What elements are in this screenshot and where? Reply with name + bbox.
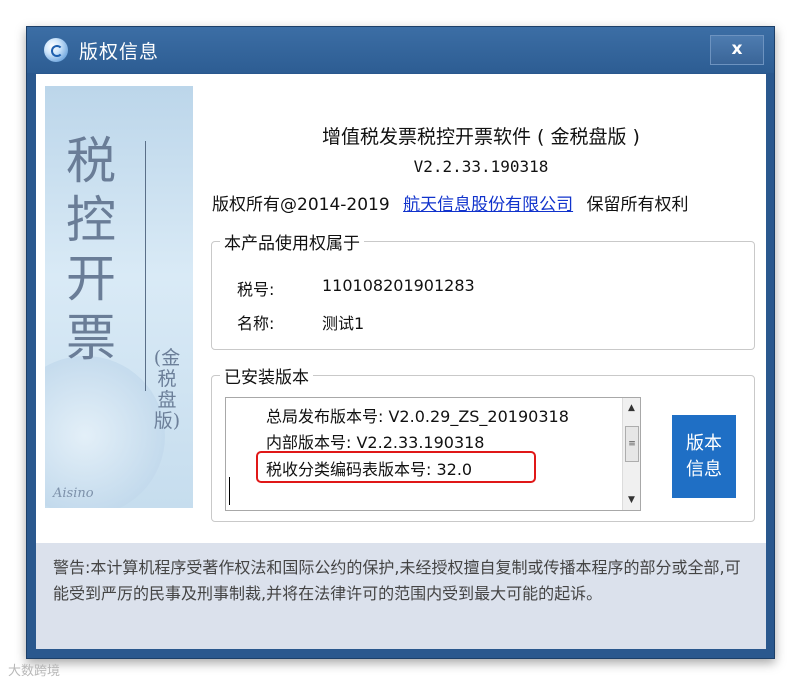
installed-versions-group: 已安装版本 总局发布版本号: V2.0.29_ZS_20190318 内部版本号…: [211, 363, 755, 522]
warning-text: 警告:本计算机程序受著作权法和国际公约的保护,未经授权擅自复制或传播本程序的部分…: [53, 558, 741, 603]
installed-group-legend: 已安装版本: [220, 363, 313, 388]
dialog-title: 版权信息: [79, 41, 160, 63]
name-label: 名称:: [237, 314, 275, 333]
company-link[interactable]: 航天信息股份有限公司: [403, 195, 573, 215]
product-name: 增值税发票税控开票软件 ( 金税盘版 ): [322, 126, 640, 148]
version-info-button-label: 版本信息: [686, 432, 722, 480]
copyright-text: 版权所有@2014-2019: [212, 195, 390, 215]
tax-id-value: 110108201901283: [322, 276, 475, 295]
log-line-official-version: 总局发布版本号: V2.0.29_ZS_20190318: [266, 407, 569, 426]
banner-subtitle: (金税盘版): [153, 347, 181, 432]
dialog-body: 税控开票 (金税盘版) Aisino 增值税发票税控开票软件 ( 金税盘版 ) …: [36, 74, 766, 649]
version-info-button[interactable]: 版本信息: [672, 415, 736, 498]
log-line-internal-version: 内部版本号: V2.2.33.190318: [266, 433, 485, 452]
banner-brand: Aisino: [53, 486, 94, 501]
scroll-thumb[interactable]: ≡: [625, 426, 639, 462]
banner-title: 税控开票: [66, 132, 116, 367]
about-dialog: 版权信息 x 税控开票 (金税盘版) Aisino 增值税发票税控开票软件 ( …: [26, 26, 775, 659]
log-scrollbar[interactable]: ▲ ≡ ▼: [622, 398, 640, 510]
text-caret: [229, 477, 230, 505]
source-watermark: 大数跨境: [8, 664, 61, 679]
app-logo-icon: [44, 38, 68, 62]
scroll-down-arrow-icon[interactable]: ▼: [623, 492, 640, 508]
name-value: 测试1: [322, 314, 365, 333]
highlight-box: [256, 451, 536, 483]
product-version: V2.2.33.190318: [413, 157, 549, 176]
license-group-legend: 本产品使用权属于: [220, 229, 364, 254]
tax-id-label: 税号:: [237, 280, 275, 299]
scroll-up-arrow-icon[interactable]: ▲: [623, 400, 640, 416]
warning-panel: 警告:本计算机程序受著作权法和国际公约的保护,未经授权擅自复制或传播本程序的部分…: [36, 543, 766, 649]
product-banner-image: 税控开票 (金税盘版) Aisino: [45, 86, 193, 508]
version-log-textbox[interactable]: 总局发布版本号: V2.0.29_ZS_20190318 内部版本号: V2.2…: [225, 397, 641, 511]
copyright-line: 版权所有@2014-2019 航天信息股份有限公司 保留所有权利: [212, 190, 688, 215]
close-button[interactable]: x: [710, 35, 764, 65]
rights-text: 保留所有权利: [586, 195, 689, 215]
license-group: 本产品使用权属于 税号: 110108201901283 名称: 测试1: [211, 229, 755, 350]
banner-divider: [145, 141, 146, 391]
title-bar[interactable]: 版权信息 x: [27, 27, 774, 73]
